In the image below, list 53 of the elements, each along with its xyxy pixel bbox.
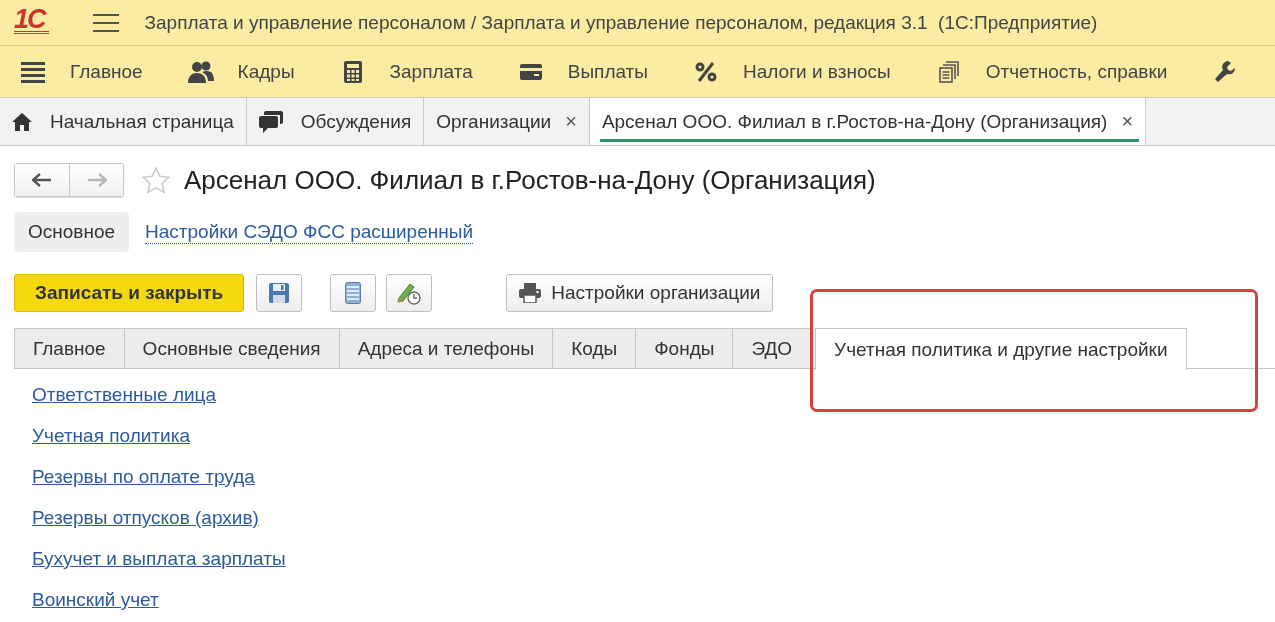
form-title: Арсенал ООО. Филиал в г.Ростов-на-Дону (Организация) — [184, 164, 876, 196]
settings-link[interactable]: Ответственные лица — [32, 383, 217, 407]
wrench-icon[interactable] — [1215, 60, 1236, 83]
close-icon[interactable]: × — [565, 110, 577, 133]
card-icon — [519, 63, 542, 80]
star-icon[interactable] — [142, 166, 170, 194]
window-tab[interactable]: Арсенал ООО. Филиал в г.Ростов-на-Дону (Организация) × — [589, 98, 1147, 145]
window-tab[interactable]: Организации × — [424, 98, 590, 145]
form-section-tab[interactable]: Основное — [14, 212, 130, 252]
hamburger-icon[interactable] — [92, 12, 119, 33]
home-icon — [12, 112, 32, 131]
form-tab[interactable]: Фонды — [636, 328, 734, 368]
settings-link[interactable]: Резервы отпусков (архив) — [32, 506, 259, 530]
people-icon — [187, 60, 214, 83]
chat-icon — [258, 110, 283, 133]
settings-link[interactable]: Учетная политика — [32, 424, 190, 448]
menu-icon — [21, 60, 45, 83]
form-tab[interactable]: Адреса и телефоны — [339, 328, 554, 368]
toolbar-button[interactable] — [386, 274, 433, 312]
toolbar-button[interactable] — [330, 274, 377, 312]
section-link[interactable]: Зарплата — [389, 60, 473, 83]
back-button[interactable] — [15, 164, 69, 196]
close-icon[interactable]: × — [1121, 110, 1134, 133]
window-tab[interactable]: Начальная страница — [0, 98, 247, 145]
form-tab[interactable]: Учетная политика и другие настройки — [815, 328, 1187, 370]
form-tab[interactable]: Главное — [14, 328, 125, 368]
section-link[interactable]: Главное — [70, 60, 143, 83]
settings-link[interactable]: Бухучет и выплата зарплаты — [32, 547, 286, 571]
percent-icon — [695, 61, 717, 82]
section-link[interactable]: Отчетность, справки — [985, 60, 1168, 83]
window-title: Зарплата и управление персоналом / Зарплата и управление персоналом, редакция 3.1 (1С:Предприятие) — [144, 11, 1098, 34]
toolbar-button[interactable]: Настройки организации — [506, 274, 774, 312]
form-tab[interactable]: Коды — [553, 328, 637, 368]
right-arrow-icon — [86, 173, 107, 187]
left-arrow-icon — [32, 173, 52, 187]
form-section-link[interactable]: Настройки СЭДО ФСС расширенный — [145, 220, 473, 244]
section-link[interactable]: Кадры — [237, 60, 295, 83]
save-icon — [269, 283, 290, 303]
documents-icon — [938, 60, 959, 83]
settings-link[interactable]: Резервы по оплате труда — [32, 465, 255, 489]
app-logo: 1С — [14, 7, 49, 34]
window-tab[interactable]: Обсуждения — [246, 98, 425, 145]
toolbar-button[interactable] — [256, 274, 303, 312]
pen-clock-icon — [397, 281, 422, 305]
printer-icon — [519, 283, 542, 303]
form-tab[interactable]: ЭДО — [733, 328, 812, 368]
save-and-close-button[interactable]: Записать и закрыть — [14, 274, 245, 312]
calculator-icon — [343, 60, 362, 83]
list-icon — [345, 282, 362, 304]
section-link[interactable]: Налоги и взносы — [743, 60, 891, 83]
section-link[interactable]: Выплаты — [567, 60, 648, 83]
form-tab[interactable]: Основные сведения — [124, 328, 340, 368]
settings-link[interactable]: Воинский учет — [32, 588, 159, 612]
